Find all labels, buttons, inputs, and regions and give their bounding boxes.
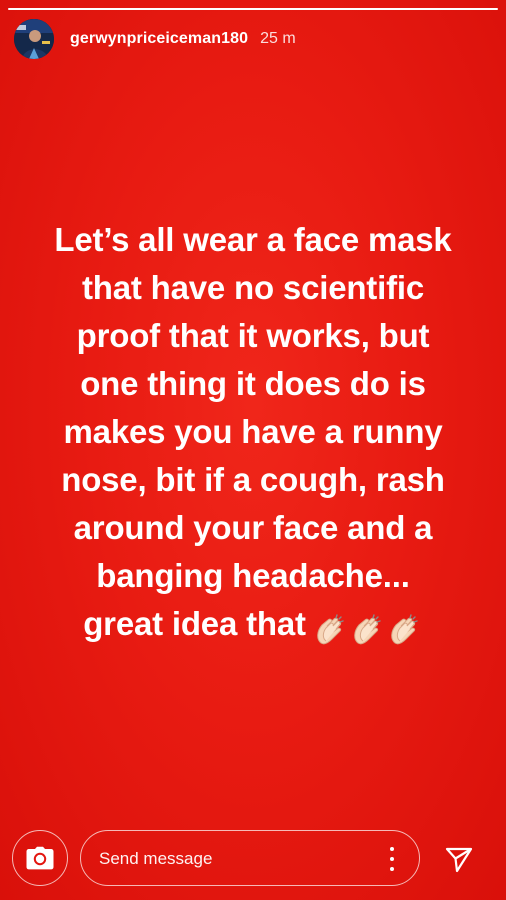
- story-text-line: makes you have a runny: [63, 413, 443, 450]
- camera-button[interactable]: [12, 830, 68, 886]
- camera-icon: [26, 846, 54, 870]
- story-progress-fill: [8, 8, 498, 10]
- clapping-hands-icon: [354, 614, 381, 645]
- send-button[interactable]: [444, 844, 474, 874]
- story-text-line: banging headache...: [96, 557, 410, 594]
- story-text-line: around your face and a: [73, 509, 433, 546]
- avatar[interactable]: [14, 19, 54, 59]
- story-header: gerwynpriceiceman180 25 m: [14, 19, 296, 59]
- avatar-image: [14, 19, 54, 59]
- story-text-line: nose, bit if a cough, rash: [61, 461, 445, 498]
- clapping-hands-icon: [391, 614, 418, 645]
- story-timestamp: 25 m: [260, 30, 296, 47]
- story-text-line-last: great idea that: [20, 600, 486, 652]
- story-text-line: one thing it does do is: [80, 365, 426, 402]
- send-icon: [445, 847, 473, 873]
- story-text-line: that have no scientific: [82, 269, 424, 306]
- clapping-hands-icon: [317, 614, 344, 645]
- send-message-placeholder: Send message: [99, 849, 213, 868]
- story-text-line: Let’s all wear a face mask: [54, 221, 452, 258]
- send-message-input[interactable]: Send message: [80, 830, 420, 886]
- story-text: Let’s all wear a face mask that have no …: [20, 216, 486, 652]
- story-progress-bar: [8, 8, 498, 10]
- story-text-line: proof that it works, but: [76, 317, 430, 354]
- story-text-line: great idea that: [83, 605, 306, 642]
- username[interactable]: gerwynpriceiceman180: [70, 30, 248, 48]
- emoji-row: [312, 604, 423, 652]
- story-viewer[interactable]: gerwynpriceiceman180 25 m Let’s all wear…: [0, 0, 506, 900]
- more-vertical-icon[interactable]: [389, 847, 395, 871]
- story-footer: Send message: [0, 828, 506, 890]
